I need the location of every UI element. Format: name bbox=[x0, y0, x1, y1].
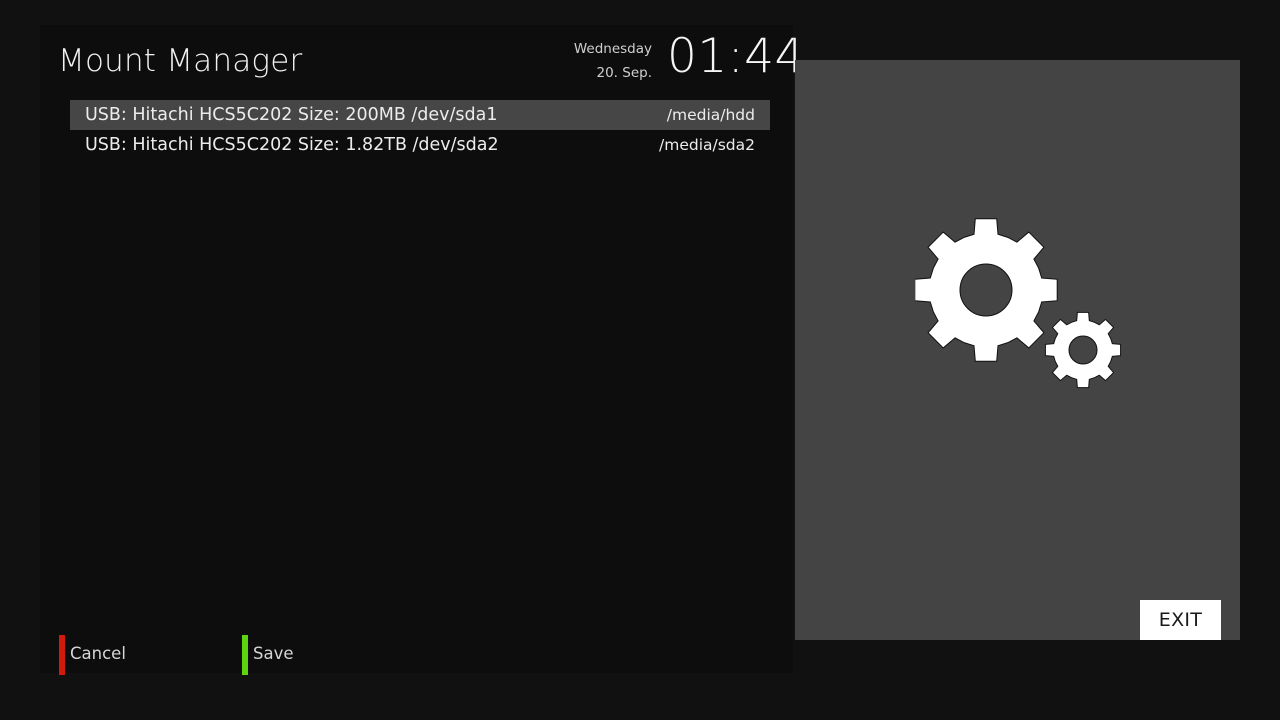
preview-panel: EXIT bbox=[795, 60, 1240, 640]
mount-path-label: /media/hdd bbox=[666, 106, 755, 124]
red-key-indicator bbox=[59, 635, 65, 675]
green-key-indicator bbox=[242, 635, 248, 675]
main-panel: Mount Manager Wednesday 20. Sep. 01:44 U… bbox=[40, 25, 804, 675]
cancel-label: Cancel bbox=[70, 644, 126, 663]
weekday-label: Wednesday bbox=[573, 41, 652, 57]
mount-device-label: USB: Hitachi HCS5C202 Size: 200MB /dev/s… bbox=[85, 105, 498, 125]
mount-path-label: /media/sda2 bbox=[659, 136, 755, 154]
mount-list-item[interactable]: USB: Hitachi HCS5C202 Size: 200MB /dev/s… bbox=[70, 100, 770, 130]
page-title: Mount Manager bbox=[58, 43, 303, 79]
gears-icon bbox=[915, 218, 1122, 389]
exit-button[interactable]: EXIT bbox=[1140, 600, 1221, 640]
save-label: Save bbox=[253, 644, 294, 663]
clock: 01:44 bbox=[667, 29, 805, 84]
date-label: 20. Sep. bbox=[596, 65, 653, 81]
mount-list-item[interactable]: USB: Hitachi HCS5C202 Size: 1.82TB /dev/… bbox=[70, 130, 770, 160]
mount-list: USB: Hitachi HCS5C202 Size: 200MB /dev/s… bbox=[70, 100, 770, 160]
screen: Mount Manager Wednesday 20. Sep. 01:44 U… bbox=[0, 0, 1280, 720]
date-display: Wednesday 20. Sep. bbox=[574, 37, 652, 85]
mount-device-label: USB: Hitachi HCS5C202 Size: 1.82TB /dev/… bbox=[85, 135, 499, 155]
